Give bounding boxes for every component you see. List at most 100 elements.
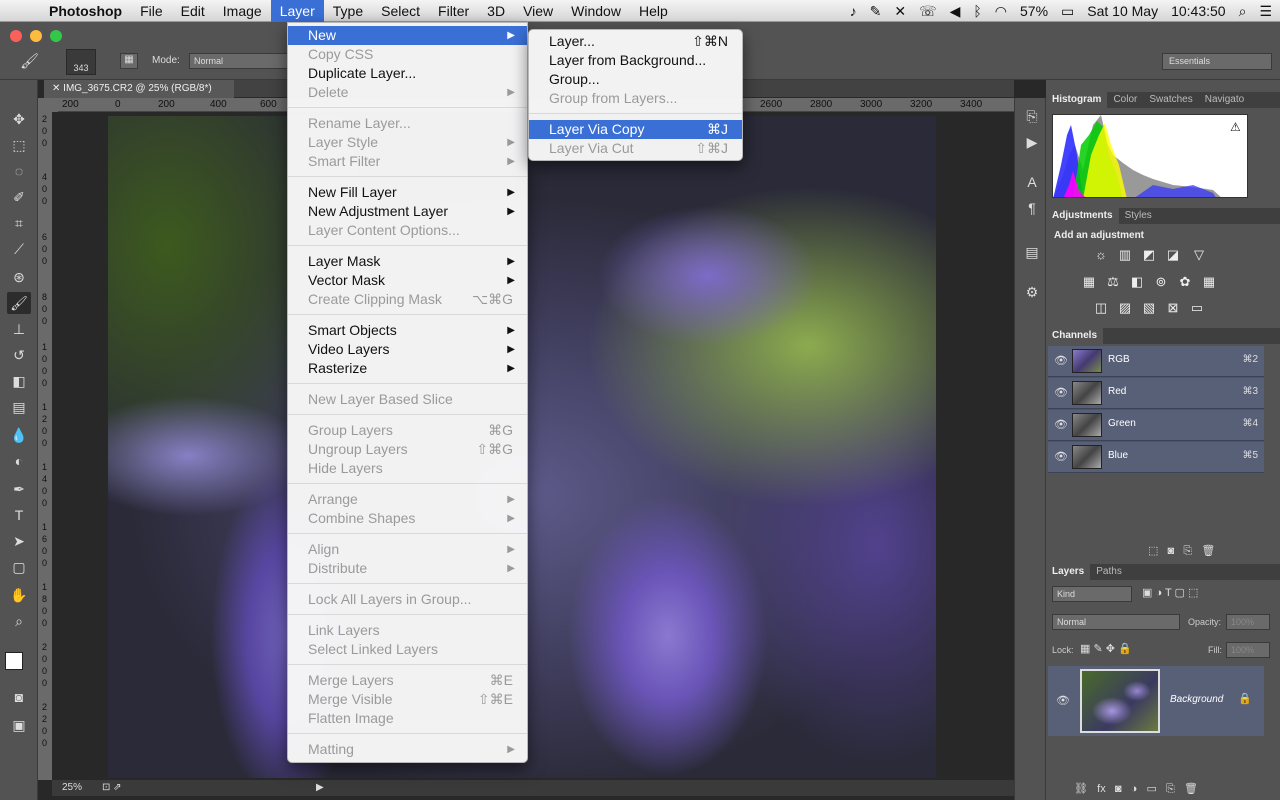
tool-presets-icon[interactable]: ⚙ [1021,282,1043,302]
layer-row-background[interactable]: 👁 Background 🔒 [1048,666,1264,736]
threshold-icon[interactable]: ▧ [1140,300,1158,316]
clock-time[interactable]: 10:43:50 [1171,3,1226,19]
channel-row[interactable]: 👁 Blue ⌘5 [1048,442,1264,473]
menu-3d[interactable]: 3D [478,0,514,22]
menu-item-layer-style[interactable]: Layer Style ▶ [288,133,527,152]
hue-saturation-icon[interactable]: ▦ [1080,274,1098,290]
curves-icon[interactable]: ◩ [1140,247,1158,263]
menu-item-new-layer-based-slice[interactable]: New Layer Based Slice [288,390,527,409]
opacity-field[interactable]: 100% [1226,614,1270,630]
blend-mode-select[interactable]: Normal [1052,614,1180,630]
layers-footer-icons[interactable]: ⛓ fx ◙ ◑ ▭ ⎘ 🗑 [1074,782,1198,796]
selective-color-icon[interactable]: ⊠ [1164,300,1182,316]
foreground-color-swatch[interactable] [5,652,23,670]
healing-tool-icon[interactable]: ⊛ [7,266,31,288]
wifi-icon[interactable]: ◠ [995,3,1007,20]
tab-layers[interactable]: Layers [1046,564,1091,580]
menu-item-delete[interactable]: Delete ▶ [288,83,527,102]
zoom-window-icon[interactable] [50,30,62,42]
channel-row[interactable]: 👁 Green ⌘4 [1048,410,1264,441]
battery-icon[interactable]: ▭ [1061,3,1074,20]
menu-item-select-linked-layers[interactable]: Select Linked Layers [288,640,527,659]
tab-channels[interactable]: Channels [1046,328,1104,344]
visibility-eye-icon[interactable]: 👁 [1056,694,1070,707]
close-tab-icon[interactable]: ✕ [52,83,63,94]
menu-item-merge-layers[interactable]: Merge Layers ⌘E [288,671,527,690]
menu-item-flatten-image[interactable]: Flatten Image [288,709,527,728]
marquee-tool-icon[interactable]: ⬚ [7,134,31,156]
layer-name[interactable]: Background [1170,694,1223,705]
menu-edit[interactable]: Edit [172,0,214,22]
menu-item-link-layers[interactable]: Link Layers [288,621,527,640]
black-white-icon[interactable]: ◧ [1128,274,1146,290]
hand-tool-icon[interactable]: ✋ [7,584,31,606]
visibility-eye-icon[interactable]: 👁 [1054,418,1068,431]
dodge-tool-icon[interactable]: ◐ [7,450,31,472]
menu-item-new[interactable]: New ▶ [288,26,527,45]
status-menu-arrow-icon[interactable]: ▶ [316,780,324,796]
notifications-icon[interactable]: ☰ [1259,3,1272,20]
brush-panel-icon[interactable]: ▦ [120,53,138,69]
status-info-icon[interactable]: ⊡ ⇗ [102,780,122,796]
history-brush-tool-icon[interactable]: ↺ [7,344,31,366]
phone-icon[interactable]: ☏ [919,3,937,20]
blur-tool-icon[interactable]: 💧 [7,424,31,446]
tab-adjustments[interactable]: Adjustments [1046,208,1119,224]
menu-item-group[interactable]: Group... [529,70,742,89]
menu-item-arrange[interactable]: Arrange ▶ [288,490,527,509]
path-select-tool-icon[interactable]: ➤ [7,530,31,552]
menu-image[interactable]: Image [214,0,271,22]
brightness-icon[interactable]: ☼ [1092,247,1110,263]
layer-filter-icons[interactable]: ▣ ◑ T ▢ ⬚ [1142,586,1198,599]
exposure-icon[interactable]: ◪ [1164,247,1182,263]
channel-mixer-icon[interactable]: ✿ [1176,274,1194,290]
zoom-tool-icon[interactable]: ⌕ [7,610,31,632]
menu-layer[interactable]: Layer [270,0,324,22]
fill-field[interactable]: 100% [1226,642,1270,658]
menu-item-smart-objects[interactable]: Smart Objects ▶ [288,321,527,340]
paragraph-icon[interactable]: ¶ [1021,198,1043,218]
menu-item-vector-mask[interactable]: Vector Mask ▶ [288,271,527,290]
visibility-eye-icon[interactable]: 👁 [1054,354,1068,367]
tab-paths[interactable]: Paths [1090,564,1128,580]
color-balance-icon[interactable]: ⚖ [1104,274,1122,290]
screen-mode-icon[interactable]: ▣ [7,714,31,736]
menu-item-copy-css[interactable]: Copy CSS [288,45,527,64]
levels-icon[interactable]: ▥ [1116,247,1134,263]
mode-select[interactable]: Normal [189,53,289,69]
eraser-tool-icon[interactable]: ◧ [7,370,31,392]
tab-navigator[interactable]: Navigato [1199,92,1250,108]
visibility-eye-icon[interactable]: 👁 [1054,386,1068,399]
menu-item-layer-content-options[interactable]: Layer Content Options... [288,221,527,240]
vibrance-icon[interactable]: ▽ [1190,247,1208,263]
visibility-eye-icon[interactable]: 👁 [1054,450,1068,463]
menu-item-layer-via-cut[interactable]: Layer Via Cut ⇧⌘J [529,139,742,158]
pen-tool-icon[interactable]: ✒ [7,478,31,500]
gradient-tool-icon[interactable]: ▤ [7,396,31,418]
menu-item-lock-all-layers-in-group[interactable]: Lock All Layers in Group... [288,590,527,609]
crossed-icon[interactable]: ✕ [894,3,906,20]
menu-item-align[interactable]: Align ▶ [288,540,527,559]
battery-percent[interactable]: 57% [1020,3,1048,19]
zoom-level[interactable]: 25% [62,780,82,796]
menu-item-new-adjustment-layer[interactable]: New Adjustment Layer ▶ [288,202,527,221]
color-lookup-icon[interactable]: ▦ [1200,274,1218,290]
canvas[interactable] [52,112,1014,780]
menu-item-combine-shapes[interactable]: Combine Shapes ▶ [288,509,527,528]
menu-item-duplicate-layer[interactable]: Duplicate Layer... [288,64,527,83]
menu-item-merge-visible[interactable]: Merge Visible ⇧⌘E [288,690,527,709]
menu-item-ungroup-layers[interactable]: Ungroup Layers ⇧⌘G [288,440,527,459]
crop-tool-icon[interactable]: ⌗ [7,212,31,234]
menu-item-group-from-layers[interactable]: Group from Layers... [529,89,742,108]
menu-item-layer-via-copy[interactable]: Layer Via Copy ⌘J [529,120,742,139]
menu-item-group-layers[interactable]: Group Layers ⌘G [288,421,527,440]
vertical-ruler[interactable]: 2 0 0 4 0 0 6 0 0 8 0 0 1 0 0 0 1 2 0 0 1 4 0 0 1 6 0 0 1 8 0 0 2 0 0 0 2 2 0 0 [38,112,52,780]
channels-footer-icons[interactable]: ⬚ ◙ ⎘ 🗑 [1148,544,1215,558]
menu-app[interactable]: Photoshop [40,0,131,22]
menu-item-rename-layer[interactable]: Rename Layer... [288,114,527,133]
quick-select-tool-icon[interactable]: ✐ [7,186,31,208]
menu-item-smart-filter[interactable]: Smart Filter ▶ [288,152,527,171]
menu-file[interactable]: File [131,0,172,22]
menu-item-layer-from-background[interactable]: Layer from Background... [529,51,742,70]
menu-item-create-clipping-mask[interactable]: Create Clipping Mask ⌥⌘G [288,290,527,309]
